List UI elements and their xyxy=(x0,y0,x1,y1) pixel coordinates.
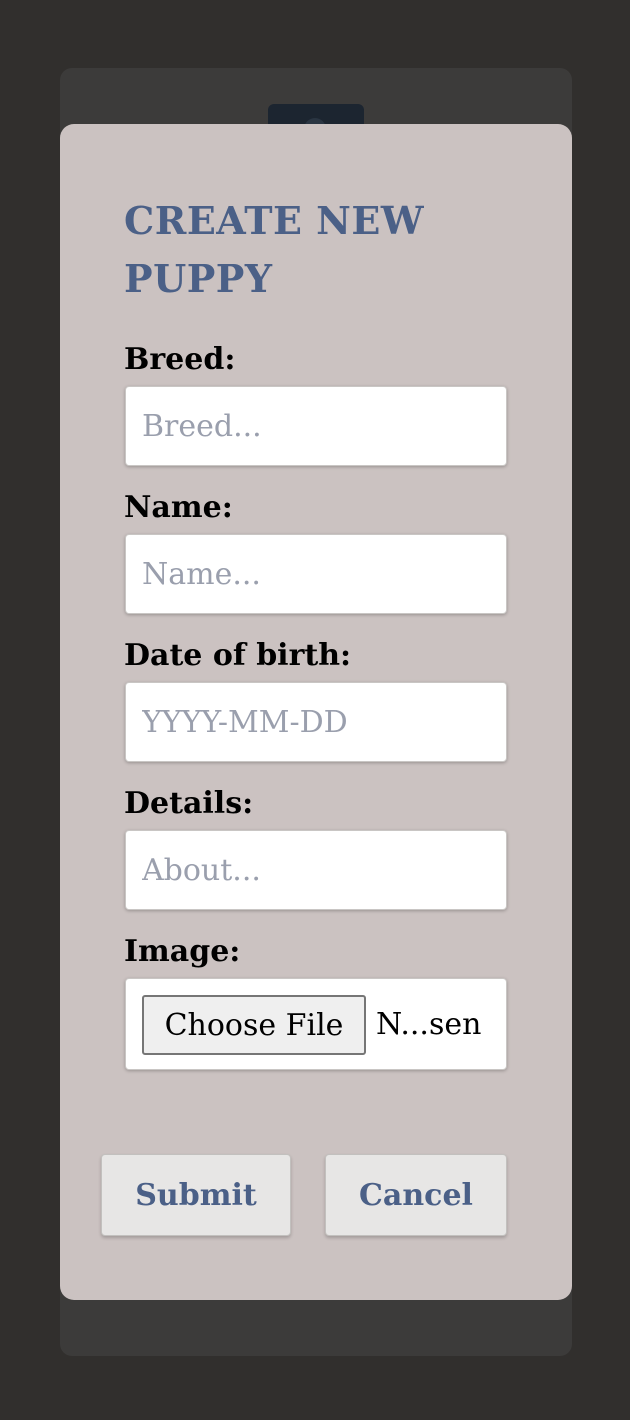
page: ✎ CREATE NEW PUPPY Breed: Name: Date of … xyxy=(0,0,630,1420)
details-input[interactable] xyxy=(125,830,507,910)
name-input[interactable] xyxy=(125,534,507,614)
image-file-input[interactable]: Choose File N...sen xyxy=(125,978,507,1070)
details-label: Details: xyxy=(124,786,254,821)
image-label: Image: xyxy=(124,934,241,969)
date-of-birth-label: Date of birth: xyxy=(124,638,352,673)
name-label: Name: xyxy=(124,490,233,525)
breed-input[interactable] xyxy=(125,386,507,466)
choose-file-button[interactable]: Choose File xyxy=(142,995,366,1055)
file-status-text: N...sen xyxy=(376,1007,482,1042)
modal-title: CREATE NEW PUPPY xyxy=(124,198,425,301)
create-puppy-modal: CREATE NEW PUPPY Breed: Name: Date of bi… xyxy=(60,124,572,1300)
date-of-birth-input[interactable] xyxy=(125,682,507,762)
submit-button[interactable]: Submit xyxy=(101,1154,291,1236)
breed-label: Breed: xyxy=(124,342,236,377)
cancel-button[interactable]: Cancel xyxy=(325,1154,507,1236)
